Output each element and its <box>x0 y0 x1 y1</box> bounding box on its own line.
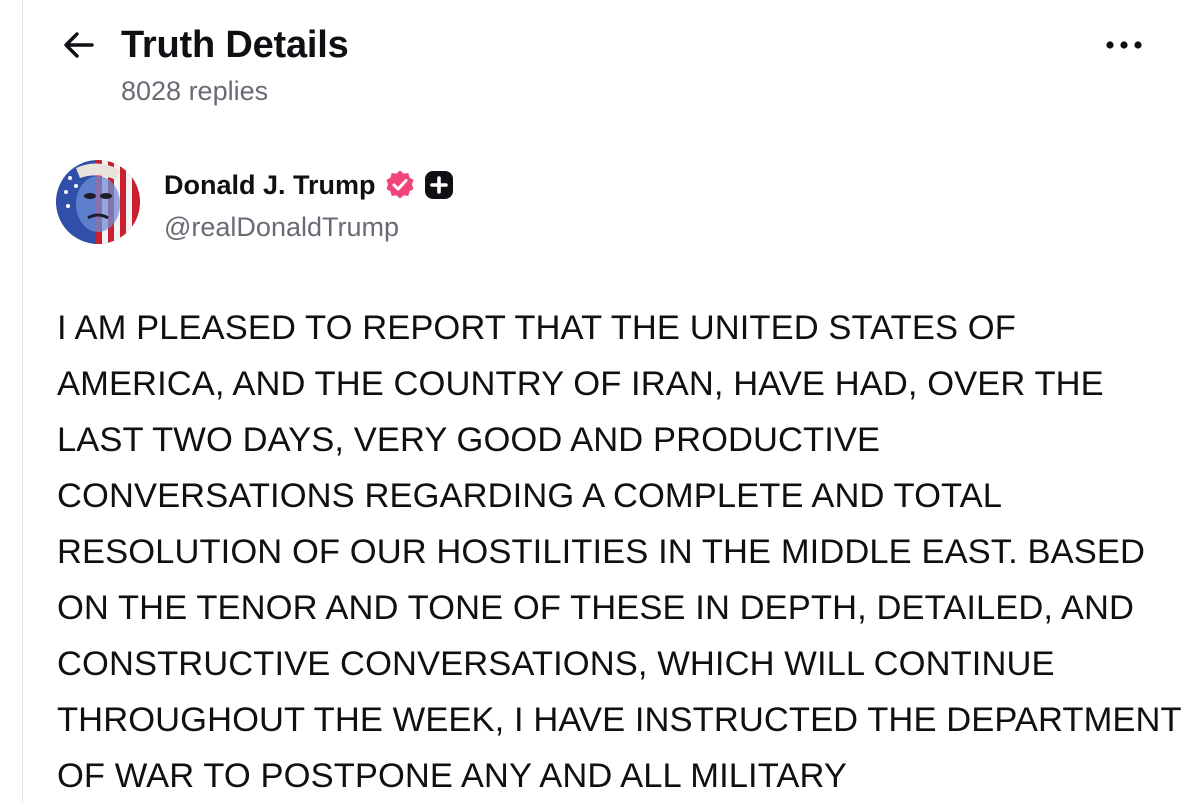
left-divider <box>22 0 23 802</box>
page-title: Truth Details <box>121 24 349 66</box>
plus-badge-icon <box>424 170 454 200</box>
more-options-button[interactable] <box>1100 26 1148 68</box>
verified-badge-icon <box>384 169 416 201</box>
page-header: Truth Details 8028 replies <box>58 22 1158 112</box>
avatar[interactable] <box>56 160 140 244</box>
arrow-left-icon <box>62 28 96 67</box>
author-name-line: Donald J. Trump <box>164 164 454 206</box>
back-button[interactable] <box>58 26 100 68</box>
post-text: I AM PLEASED TO REPORT THAT THE UNITED S… <box>57 309 1182 795</box>
author-handle[interactable]: @realDonaldTrump <box>164 210 399 244</box>
author-name[interactable]: Donald J. Trump <box>164 168 376 202</box>
ellipsis-horizontal-icon <box>1104 38 1144 56</box>
post-author: Donald J. Trump @realDonaldTrump <box>56 160 1056 250</box>
reply-count: 8028 replies <box>121 76 269 106</box>
